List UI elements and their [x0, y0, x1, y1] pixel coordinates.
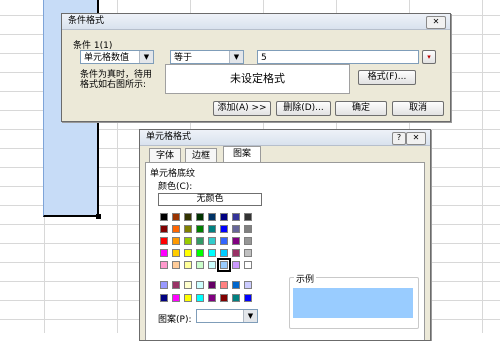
operator-value: 等于 — [174, 53, 193, 63]
tab-pattern[interactable]: 图案 — [223, 146, 261, 162]
color-swatch[interactable] — [160, 281, 168, 289]
color-swatch[interactable] — [244, 237, 252, 245]
chevron-down-icon: ▼ — [139, 51, 153, 63]
color-label: 颜色(C): — [158, 182, 193, 192]
help-button[interactable]: ? — [392, 132, 406, 145]
color-swatch[interactable] — [232, 281, 240, 289]
color-swatch[interactable] — [208, 237, 216, 245]
color-palette — [160, 213, 270, 283]
color-swatch[interactable] — [244, 225, 252, 233]
color-swatch[interactable] — [160, 249, 168, 257]
hint-line-1: 条件为真时，待用 — [80, 70, 153, 80]
value-input[interactable]: 5 — [257, 50, 419, 64]
color-swatch[interactable] — [172, 237, 180, 245]
color-swatch[interactable] — [184, 225, 192, 233]
color-swatch[interactable] — [184, 237, 192, 245]
close-button[interactable]: ✕ — [426, 16, 446, 29]
color-swatch[interactable] — [196, 225, 204, 233]
color-swatch[interactable] — [184, 294, 192, 302]
color-swatch[interactable] — [244, 213, 252, 221]
color-swatch[interactable] — [208, 294, 216, 302]
color-swatch[interactable] — [232, 261, 240, 269]
color-swatch[interactable] — [232, 294, 240, 302]
color-swatch[interactable] — [217, 258, 231, 272]
fill-handle[interactable] — [96, 214, 101, 219]
format-preview: 未设定格式 — [165, 64, 350, 94]
color-swatch[interactable] — [208, 261, 216, 269]
format-cells-dialog: 单元格格式 ? ✕ 字体 边框 图案 单元格底纹 颜色(C): 无颜色 示例 图… — [139, 129, 431, 341]
color-swatch[interactable] — [244, 294, 252, 302]
condition-type-select[interactable]: 单元格数值 ▼ — [80, 50, 154, 64]
value-input-text: 5 — [261, 53, 267, 63]
pattern-tab-panel: 单元格底纹 颜色(C): 无颜色 示例 图案(P): ▼ — [145, 162, 425, 340]
color-swatch[interactable] — [196, 249, 204, 257]
color-swatch[interactable] — [160, 237, 168, 245]
color-swatch[interactable] — [232, 249, 240, 257]
sample-group: 示例 — [289, 272, 419, 329]
shading-group-label: 单元格底纹 — [150, 169, 196, 179]
color-swatch[interactable] — [208, 281, 216, 289]
color-swatch[interactable] — [172, 213, 180, 221]
color-swatch[interactable] — [196, 261, 204, 269]
color-swatch[interactable] — [172, 281, 180, 289]
color-swatch[interactable] — [160, 213, 168, 221]
color-swatch[interactable] — [244, 249, 252, 257]
color-swatch[interactable] — [220, 213, 228, 221]
color-swatch[interactable] — [232, 225, 240, 233]
hint-line-2: 格式如右图所示: — [80, 80, 147, 90]
close-button[interactable]: ✕ — [406, 132, 426, 145]
color-swatch[interactable] — [208, 213, 216, 221]
color-swatch[interactable] — [196, 294, 204, 302]
delete-button[interactable]: 删除(D)... — [276, 101, 331, 116]
color-swatch[interactable] — [160, 225, 168, 233]
color-swatch[interactable] — [208, 249, 216, 257]
pattern-select[interactable]: ▼ — [196, 309, 258, 323]
color-swatch[interactable] — [184, 213, 192, 221]
pattern-label: 图案(P): — [158, 315, 192, 325]
dialog-title: 单元格格式 — [140, 130, 430, 146]
color-swatch[interactable] — [172, 261, 180, 269]
hint-text: 条件为真时，待用 格式如右图所示: — [80, 70, 152, 90]
color-swatch[interactable] — [220, 225, 228, 233]
ok-button[interactable]: 确定 — [335, 101, 387, 116]
color-swatch[interactable] — [172, 294, 180, 302]
range-picker-icon: ▾ — [427, 53, 431, 61]
tab-font[interactable]: 字体 — [149, 148, 181, 162]
range-picker-button[interactable]: ▾ — [422, 50, 436, 64]
color-swatch[interactable] — [208, 225, 216, 233]
conditional-format-dialog: 条件格式 ✕ 条件 1(1) 单元格数值 ▼ 等于 ▼ 5 ▾ 条件为真时，待用… — [61, 13, 451, 122]
color-swatch[interactable] — [196, 281, 204, 289]
color-swatch[interactable] — [232, 237, 240, 245]
chevron-down-icon: ▼ — [229, 51, 243, 63]
sample-label: 示例 — [294, 272, 317, 285]
tab-border[interactable]: 边框 — [185, 148, 217, 162]
color-palette-extra — [160, 281, 270, 307]
color-swatch[interactable] — [160, 261, 168, 269]
color-swatch[interactable] — [184, 249, 192, 257]
color-swatch[interactable] — [220, 281, 228, 289]
color-swatch[interactable] — [184, 261, 192, 269]
color-swatch[interactable] — [244, 261, 252, 269]
color-swatch[interactable] — [184, 281, 192, 289]
color-swatch[interactable] — [220, 237, 228, 245]
format-button[interactable]: 格式(F)... — [358, 70, 416, 85]
condition-type-value: 单元格数值 — [84, 53, 130, 63]
color-swatch[interactable] — [172, 225, 180, 233]
sample-preview — [293, 288, 413, 318]
dialog-title: 条件格式 — [62, 14, 450, 30]
color-swatch[interactable] — [160, 294, 168, 302]
no-color-button[interactable]: 无颜色 — [158, 193, 262, 206]
color-swatch[interactable] — [232, 213, 240, 221]
cancel-button[interactable]: 取消 — [392, 101, 444, 116]
operator-select[interactable]: 等于 ▼ — [170, 50, 244, 64]
color-swatch[interactable] — [196, 213, 204, 221]
add-button[interactable]: 添加(A) >> — [213, 101, 271, 116]
color-swatch[interactable] — [220, 294, 228, 302]
color-swatch[interactable] — [244, 281, 252, 289]
color-swatch[interactable] — [196, 237, 204, 245]
color-swatch[interactable] — [220, 249, 228, 257]
color-swatch[interactable] — [172, 249, 180, 257]
chevron-down-icon: ▼ — [243, 310, 257, 322]
